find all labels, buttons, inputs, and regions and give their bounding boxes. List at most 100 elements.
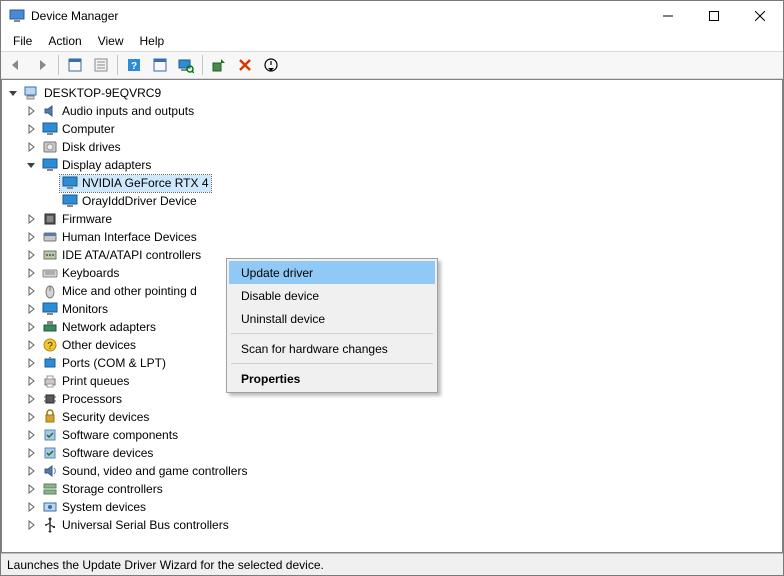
context-menu: Update driver Disable device Uninstall dev… xyxy=(226,258,438,393)
context-menu-item[interactable]: Update driver xyxy=(229,261,435,284)
tree-item-label: Sound, video and game controllers xyxy=(62,464,247,478)
scan-button[interactable] xyxy=(174,53,198,77)
chevron-right-icon xyxy=(24,212,38,226)
chevron-right-icon xyxy=(24,392,38,406)
context-menu-item-label: Uninstall device xyxy=(241,312,325,326)
tree-item-label: OrayIddDriver Device xyxy=(82,194,197,208)
show-hidden-button[interactable] xyxy=(63,53,87,77)
hid-icon xyxy=(42,229,58,245)
audio-icon xyxy=(42,103,58,119)
usb-icon xyxy=(42,517,58,533)
tree-item-label: Firmware xyxy=(62,212,112,226)
toolbar-separator xyxy=(58,55,59,75)
menu-view[interactable]: View xyxy=(90,32,132,50)
toolbar-separator xyxy=(117,55,118,75)
chevron-right-icon xyxy=(44,194,58,208)
menu-file[interactable]: File xyxy=(5,32,40,50)
chevron-right-icon xyxy=(24,284,38,298)
mouse-icon xyxy=(42,283,58,299)
tree-device[interactable]: OrayIddDriver Device xyxy=(2,192,782,210)
context-menu-item-label: Update driver xyxy=(241,266,313,280)
context-menu-item[interactable]: Properties xyxy=(229,367,435,390)
title-bar: Device Manager xyxy=(1,1,783,31)
tree-item-label: Security devices xyxy=(62,410,149,424)
network-icon xyxy=(42,319,58,335)
maximize-button[interactable] xyxy=(691,1,737,31)
update-driver-button[interactable] xyxy=(207,53,231,77)
storage-icon xyxy=(42,481,58,497)
tree-item-label: Computer xyxy=(62,122,115,136)
tree-item-label: Monitors xyxy=(62,302,108,316)
tree-category[interactable]: Universal Serial Bus controllers xyxy=(2,516,782,534)
tree-category[interactable]: Security devices xyxy=(2,408,782,426)
tree-category[interactable]: Software components xyxy=(2,426,782,444)
chevron-down-icon[interactable] xyxy=(24,158,38,172)
tree-item-label: Network adapters xyxy=(62,320,156,334)
chevron-right-icon xyxy=(24,482,38,496)
port-icon xyxy=(42,355,58,371)
display-icon xyxy=(62,193,78,209)
software-icon xyxy=(42,427,58,443)
device-tree[interactable]: DESKTOP-9EQVRC9 Audio inputs and outputs C… xyxy=(1,79,783,553)
status-bar: Launches the Update Driver Wizard for th… xyxy=(1,553,783,575)
menu-action[interactable]: Action xyxy=(40,32,89,50)
properties-button[interactable] xyxy=(89,53,113,77)
tree-category[interactable]: Computer xyxy=(2,120,782,138)
app-icon xyxy=(9,8,25,24)
tree-category[interactable]: Audio inputs and outputs xyxy=(2,102,782,120)
keyboard-icon xyxy=(42,265,58,281)
context-menu-separator xyxy=(231,333,433,334)
chevron-right-icon xyxy=(24,356,38,370)
tree-device[interactable]: NVIDIA GeForce RTX 4 xyxy=(2,174,782,192)
disk-icon xyxy=(42,139,58,155)
tree-item-label: DESKTOP-9EQVRC9 xyxy=(44,86,161,100)
tree-item-label: Disk drives xyxy=(62,140,121,154)
tree-category[interactable]: Human Interface Devices xyxy=(2,228,782,246)
chevron-right-icon xyxy=(24,104,38,118)
cpu-icon xyxy=(42,391,58,407)
status-text: Launches the Update Driver Wizard for th… xyxy=(7,558,324,572)
monitor-icon xyxy=(42,121,58,137)
tree-category[interactable]: Sound, video and game controllers xyxy=(2,462,782,480)
tree-category[interactable]: Storage controllers xyxy=(2,480,782,498)
tree-item-label: Audio inputs and outputs xyxy=(62,104,194,118)
system-icon xyxy=(42,499,58,515)
display-icon xyxy=(42,157,58,173)
chevron-right-icon xyxy=(24,446,38,460)
tree-category[interactable]: Disk drives xyxy=(2,138,782,156)
context-menu-item[interactable]: Scan for hardware changes xyxy=(229,337,435,360)
svg-text:?: ? xyxy=(47,341,53,352)
disable-button[interactable] xyxy=(259,53,283,77)
chevron-right-icon xyxy=(24,320,38,334)
context-menu-separator xyxy=(231,363,433,364)
action-button[interactable] xyxy=(148,53,172,77)
toolbar-separator xyxy=(202,55,203,75)
tree-category[interactable]: Software devices xyxy=(2,444,782,462)
window-controls xyxy=(645,1,783,31)
tree-root[interactable]: DESKTOP-9EQVRC9 xyxy=(2,84,782,102)
toolbar: ? xyxy=(1,51,783,79)
context-menu-item[interactable]: Uninstall device xyxy=(229,307,435,330)
tree-item-label: Display adapters xyxy=(62,158,151,172)
tree-item-label: Universal Serial Bus controllers xyxy=(62,518,229,532)
chevron-right-icon xyxy=(24,140,38,154)
chevron-right-icon xyxy=(24,500,38,514)
tree-item-label: Ports (COM & LPT) xyxy=(62,356,166,370)
chevron-down-icon[interactable] xyxy=(6,86,20,100)
tree-category[interactable]: Firmware xyxy=(2,210,782,228)
minimize-button[interactable] xyxy=(645,1,691,31)
tree-item-label: Mice and other pointing d xyxy=(62,284,197,298)
tree-category[interactable]: System devices xyxy=(2,498,782,516)
chevron-right-icon xyxy=(24,374,38,388)
context-menu-item[interactable]: Disable device xyxy=(229,284,435,307)
tree-category[interactable]: Display adapters xyxy=(2,156,782,174)
close-button[interactable] xyxy=(737,1,783,31)
forward-button[interactable] xyxy=(30,53,54,77)
sound-icon xyxy=(42,463,58,479)
context-menu-item-label: Scan for hardware changes xyxy=(241,342,388,356)
uninstall-button[interactable] xyxy=(233,53,257,77)
monitor-icon xyxy=(42,301,58,317)
menu-help[interactable]: Help xyxy=(132,32,173,50)
help-button[interactable]: ? xyxy=(122,53,146,77)
back-button[interactable] xyxy=(4,53,28,77)
